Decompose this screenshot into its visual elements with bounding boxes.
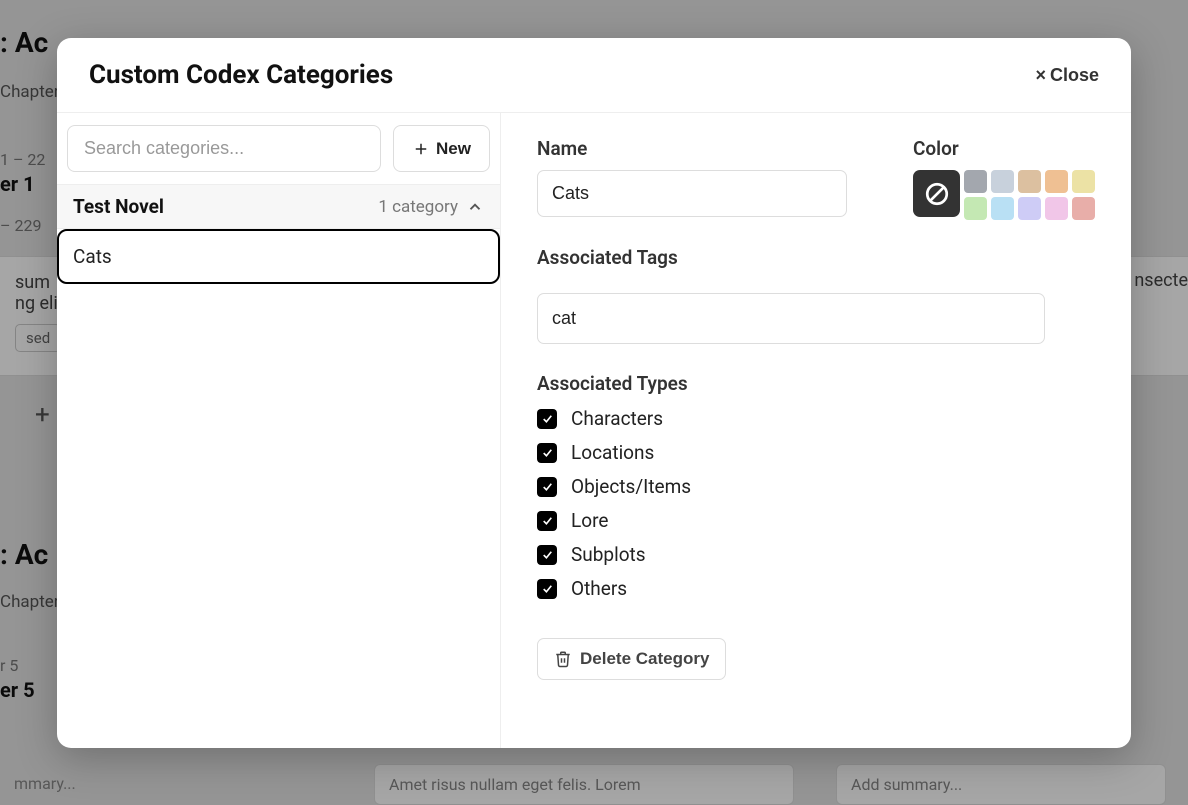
type-checkbox-2[interactable] bbox=[537, 477, 557, 497]
novel-title: Test Novel bbox=[73, 195, 164, 218]
search-input[interactable] bbox=[67, 125, 381, 172]
type-row-1: Locations bbox=[537, 441, 1095, 464]
type-label-0: Characters bbox=[571, 407, 663, 430]
modal-header: Custom Codex Categories × Close bbox=[57, 38, 1131, 113]
tags-input[interactable] bbox=[537, 293, 1045, 344]
color-label: Color bbox=[913, 137, 1095, 160]
check-icon bbox=[541, 582, 554, 595]
chevron-up-icon bbox=[466, 198, 484, 216]
color-swatch-8[interactable] bbox=[1045, 197, 1068, 220]
check-icon bbox=[541, 412, 554, 425]
color-swatch-7[interactable] bbox=[1018, 197, 1041, 220]
type-checkbox-3[interactable] bbox=[537, 511, 557, 531]
color-swatch-3[interactable] bbox=[1045, 170, 1068, 193]
delete-category-button[interactable]: Delete Category bbox=[537, 638, 726, 680]
color-none-swatch[interactable] bbox=[913, 170, 960, 217]
color-swatch-0[interactable] bbox=[964, 170, 987, 193]
modal: Custom Codex Categories × Close New bbox=[57, 38, 1131, 748]
close-button[interactable]: × Close bbox=[1035, 65, 1099, 86]
types-label: Associated Types bbox=[537, 372, 1095, 395]
type-label-4: Subplots bbox=[571, 543, 646, 566]
color-swatch-9[interactable] bbox=[1072, 197, 1095, 220]
check-icon bbox=[541, 480, 554, 493]
color-swatch-2[interactable] bbox=[1018, 170, 1041, 193]
type-label-3: Lore bbox=[571, 509, 608, 532]
type-label-1: Locations bbox=[571, 441, 654, 464]
type-label-2: Objects/Items bbox=[571, 475, 691, 498]
category-list: Cats bbox=[57, 229, 500, 284]
name-label: Name bbox=[537, 137, 847, 160]
type-checkbox-0[interactable] bbox=[537, 409, 557, 429]
type-checkbox-4[interactable] bbox=[537, 545, 557, 565]
trash-icon bbox=[554, 650, 572, 668]
new-category-button[interactable]: New bbox=[393, 125, 490, 172]
close-icon: × bbox=[1035, 65, 1046, 86]
type-checkbox-1[interactable] bbox=[537, 443, 557, 463]
name-input[interactable] bbox=[537, 170, 847, 217]
type-row-4: Subplots bbox=[537, 543, 1095, 566]
left-pane: New Test Novel 1 category Cats bbox=[57, 113, 501, 748]
type-label-5: Others bbox=[571, 577, 627, 600]
color-swatch-1[interactable] bbox=[991, 170, 1014, 193]
modal-overlay: Custom Codex Categories × Close New bbox=[0, 0, 1188, 805]
check-icon bbox=[541, 514, 554, 527]
type-checkbox-5[interactable] bbox=[537, 579, 557, 599]
no-color-icon bbox=[924, 181, 950, 207]
new-label: New bbox=[436, 139, 471, 159]
category-item-selected[interactable]: Cats bbox=[57, 229, 500, 284]
type-row-3: Lore bbox=[537, 509, 1095, 532]
check-icon bbox=[541, 548, 554, 561]
right-pane: Name Color bbox=[501, 113, 1131, 748]
category-count: 1 category bbox=[378, 197, 458, 217]
color-swatch-4[interactable] bbox=[1072, 170, 1095, 193]
color-swatch-5[interactable] bbox=[964, 197, 987, 220]
novel-group-header[interactable]: Test Novel 1 category bbox=[57, 185, 500, 229]
check-icon bbox=[541, 446, 554, 459]
type-row-5: Others bbox=[537, 577, 1095, 600]
color-swatch-6[interactable] bbox=[991, 197, 1014, 220]
type-row-2: Objects/Items bbox=[537, 475, 1095, 498]
type-row-0: Characters bbox=[537, 407, 1095, 430]
modal-title: Custom Codex Categories bbox=[89, 60, 393, 90]
delete-label: Delete Category bbox=[580, 649, 709, 669]
close-label: Close bbox=[1050, 65, 1099, 86]
plus-icon bbox=[412, 140, 430, 158]
tags-label: Associated Tags bbox=[537, 246, 1095, 269]
